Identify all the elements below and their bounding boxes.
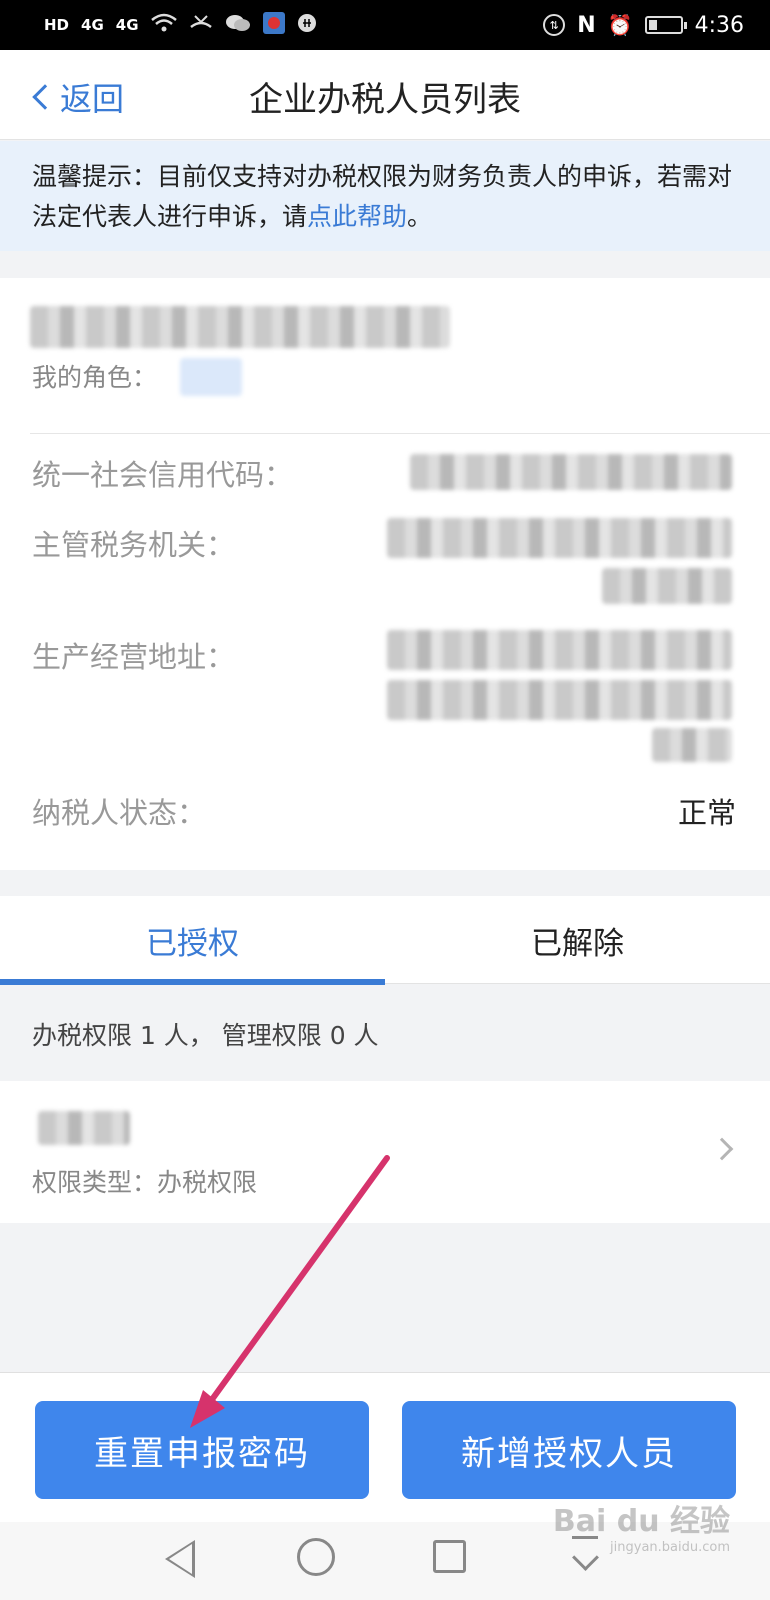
company-name-redacted xyxy=(30,306,450,348)
tax-authority-redacted-line2 xyxy=(602,568,732,604)
nav-recent-icon[interactable] xyxy=(433,1540,466,1573)
chevron-right-icon xyxy=(710,1137,734,1161)
watermark-brand: Bai du 经验 xyxy=(552,1504,730,1539)
status-left-indicators: HD 4G 4G xyxy=(44,12,317,38)
add-authorized-person-button[interactable]: 新增授权人员 xyxy=(402,1401,736,1499)
watermark-domain: jingyan.baidu.com xyxy=(610,1540,730,1555)
signal-4g-indicator: 4G xyxy=(81,16,104,34)
page-title: 企业办税人员列表 xyxy=(249,80,521,120)
wifi-icon xyxy=(150,13,177,37)
taxpayer-status-value: 正常 xyxy=(677,796,736,830)
tax-authority-redacted-line1 xyxy=(387,518,732,558)
nav-back-icon[interactable] xyxy=(165,1540,195,1578)
credit-code-redacted xyxy=(410,454,732,490)
voice-icon xyxy=(297,13,317,37)
nav-home-icon[interactable] xyxy=(297,1538,335,1576)
wechat-icon xyxy=(225,13,251,37)
hd-indicator: HD xyxy=(44,16,70,34)
nfc-icon: N xyxy=(577,12,596,38)
clock: 4:36 xyxy=(694,12,744,38)
tip-notice: 温馨提示：目前仅支持对办税权限为财务负责人的申诉，若需对法定代表人进行申诉，请点… xyxy=(0,141,770,251)
authorization-tabs: 已授权 已解除 xyxy=(0,896,770,985)
authorized-person-row[interactable]: 权限类型：办税权限 xyxy=(0,1081,770,1223)
alarm-icon: ⏰ xyxy=(607,13,633,37)
role-label: 我的角色： xyxy=(32,363,158,392)
status-right-indicators: ⇅ N ⏰ 4:36 xyxy=(543,13,744,38)
data-saver-icon: ⇅ xyxy=(543,14,566,36)
address-redacted-line1 xyxy=(387,630,732,670)
missed-call-icon xyxy=(189,13,213,37)
notice-end: 。 xyxy=(407,202,433,231)
tax-app-icon xyxy=(262,12,285,38)
reset-password-button[interactable]: 重置申报密码 xyxy=(35,1401,369,1499)
tax-authority-label: 主管税务机关： xyxy=(32,528,236,562)
help-link[interactable]: 点此帮助 xyxy=(307,202,407,231)
divider xyxy=(30,433,770,434)
company-info-card: 我的角色： 统一社会信用代码： 主管税务机关： 生产经营地址： 纳税人状态： 正… xyxy=(0,278,770,870)
business-address-label: 生产经营地址： xyxy=(32,640,236,674)
permission-type: 权限类型：办税权限 xyxy=(32,1168,258,1197)
tab-revoked[interactable]: 已解除 xyxy=(385,896,770,984)
role-badge-redacted xyxy=(180,358,242,396)
address-redacted-line2 xyxy=(387,680,732,720)
battery-icon xyxy=(644,16,687,34)
taxpayer-status-label: 纳税人状态： xyxy=(32,796,207,830)
permission-summary: 办税权限 1 人， 管理权限 0 人 xyxy=(32,1021,379,1050)
signal-4g-indicator-2: 4G xyxy=(115,16,139,34)
status-bar: HD 4G 4G ⇅ N ⏰ 4:36 xyxy=(0,0,770,50)
person-name-redacted xyxy=(38,1111,130,1145)
address-redacted-line3 xyxy=(652,728,732,762)
watermark-logo: Bai du 经验 jingyan.baidu.com xyxy=(553,1496,730,1555)
header-bar: 返回 企业办税人员列表 xyxy=(0,50,770,140)
tab-authorized[interactable]: 已授权 xyxy=(0,896,385,985)
credit-code-label: 统一社会信用代码： xyxy=(32,458,294,492)
